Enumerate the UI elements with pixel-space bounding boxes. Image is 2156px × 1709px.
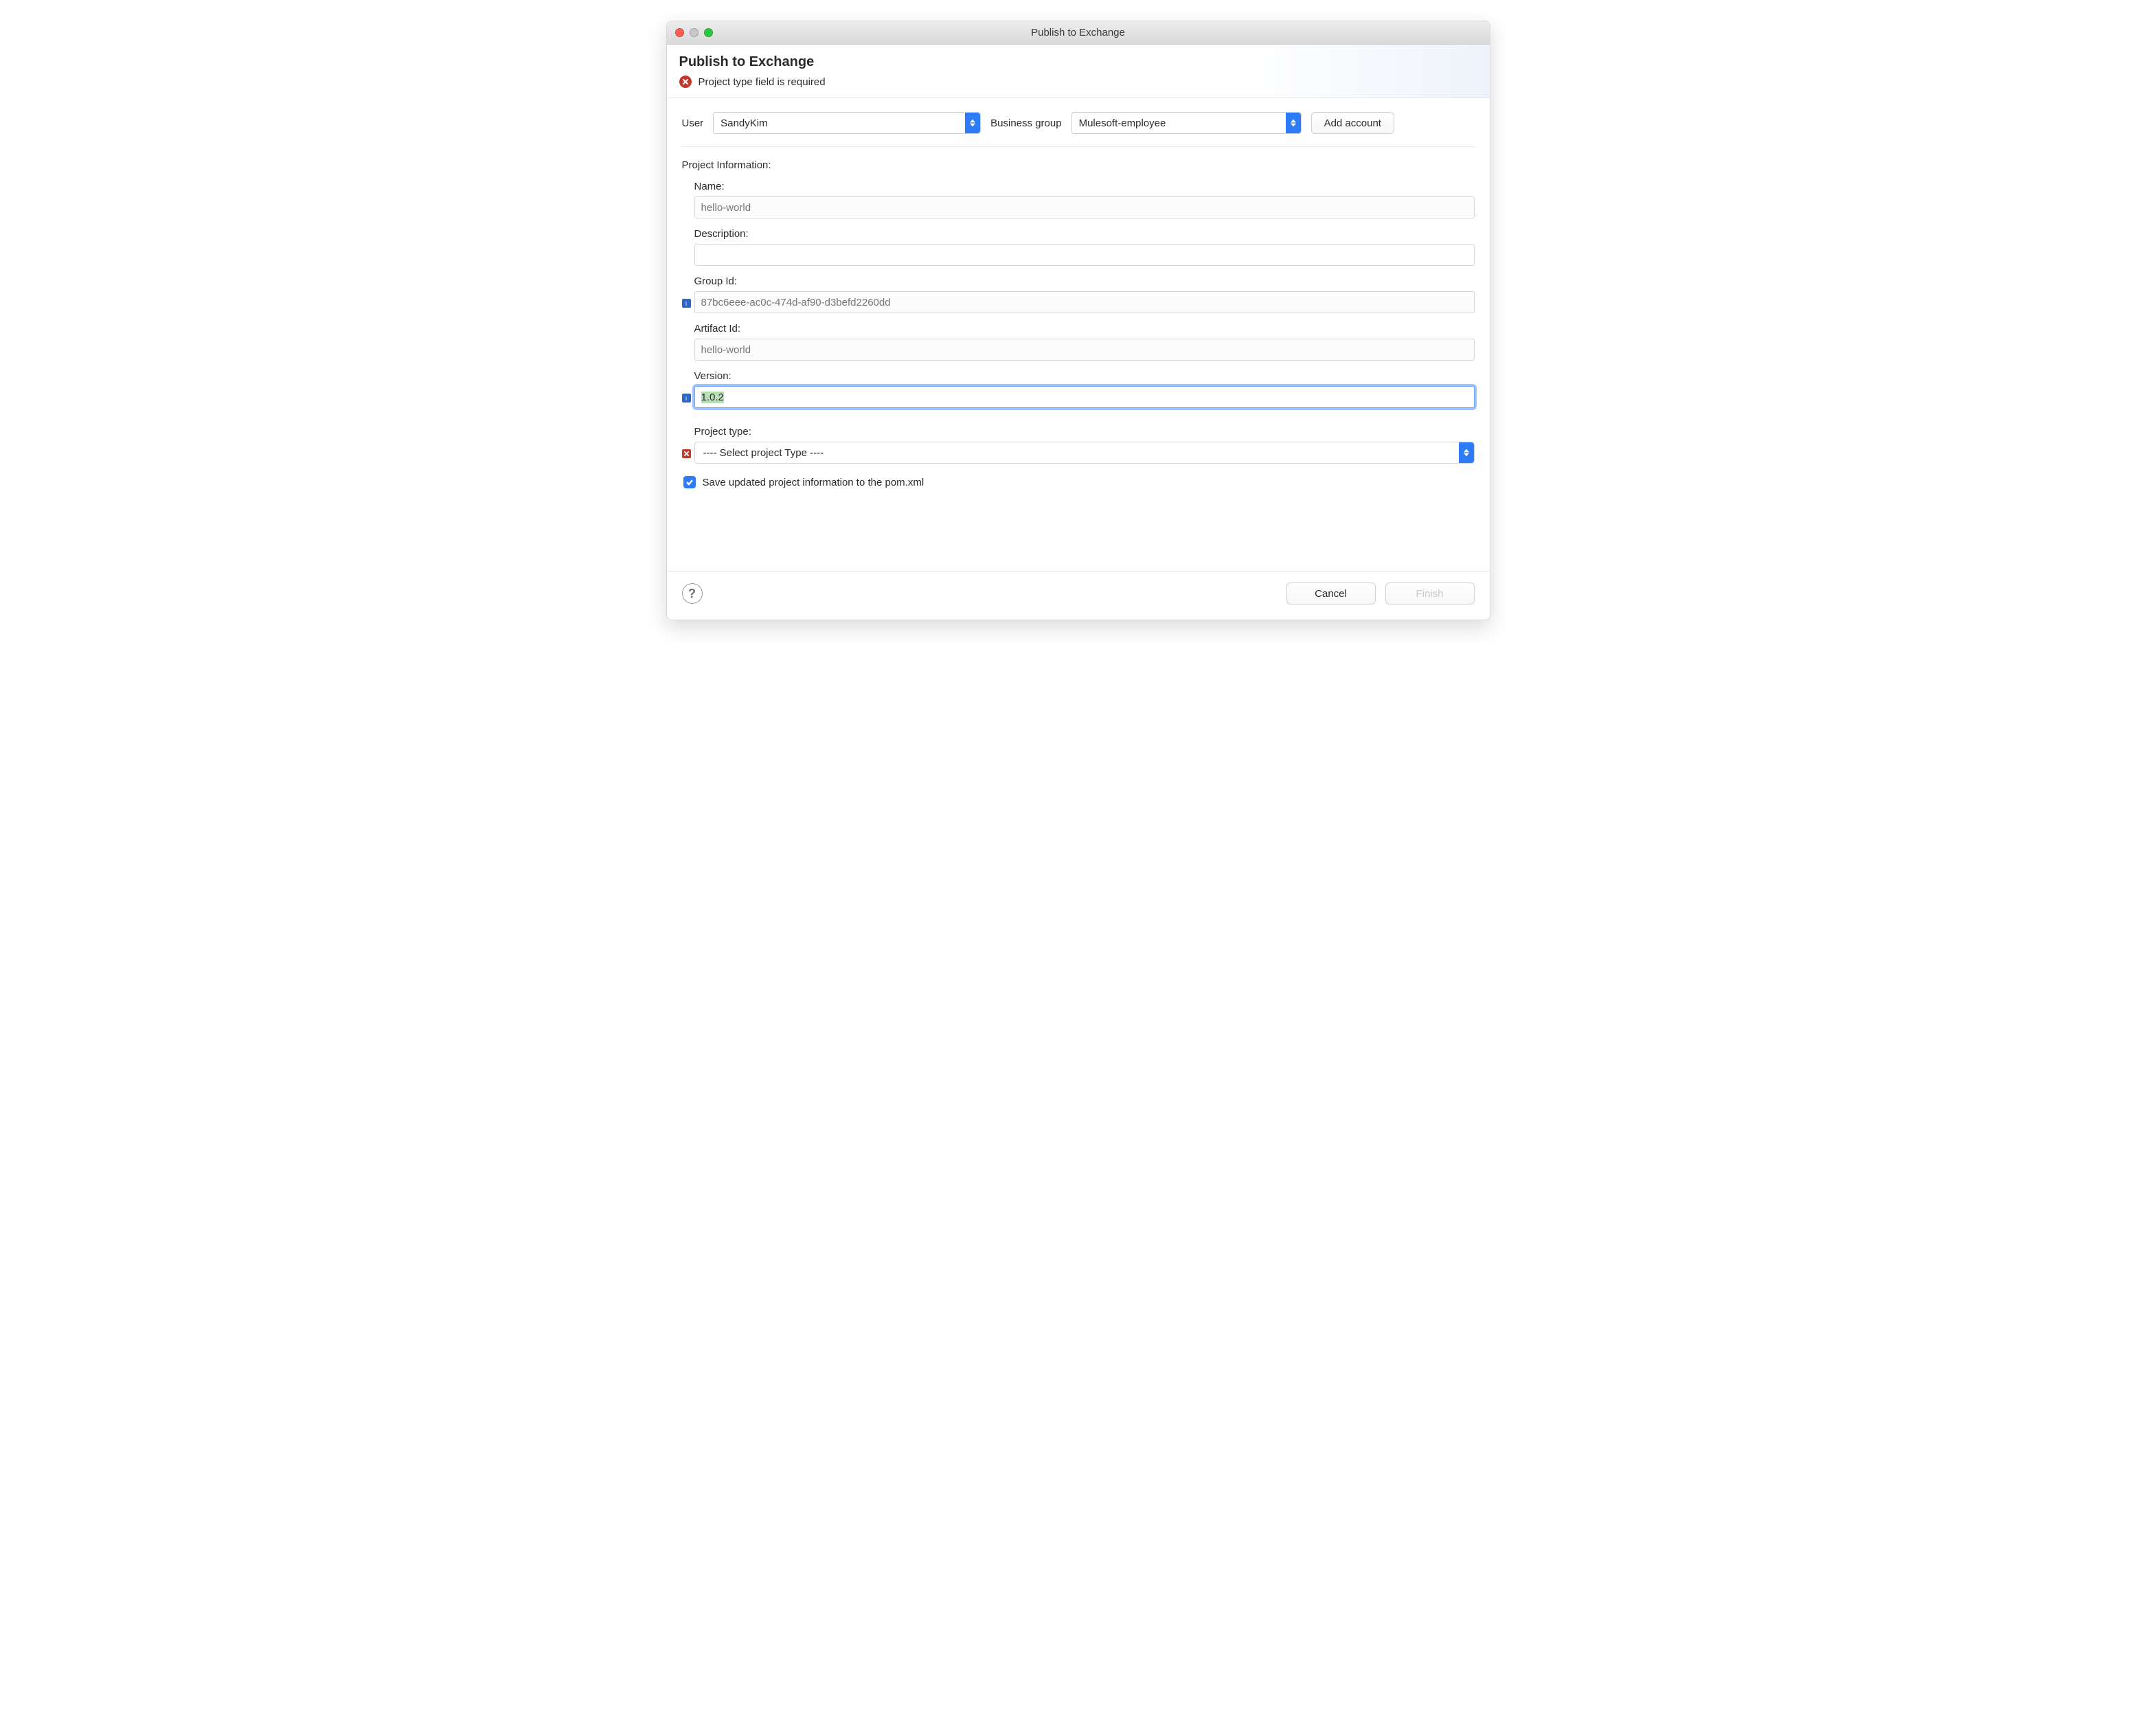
field-group-id: i Group Id:: [694, 275, 1475, 313]
page-title: Publish to Exchange: [679, 54, 1477, 70]
chevron-updown-icon: [1286, 113, 1301, 133]
error-icon: [682, 449, 691, 458]
validation-error: Project type field is required: [679, 76, 1477, 88]
help-icon[interactable]: ?: [682, 583, 703, 604]
window-title: Publish to Exchange: [674, 27, 1483, 38]
project-type-label: Project type:: [694, 426, 1475, 438]
dialog-body: User SandyKim Business group Mulesoft-em…: [667, 98, 1490, 571]
save-pom-row: Save updated project information to the …: [682, 476, 1475, 488]
field-version: i Version: 1.0.2: [694, 370, 1475, 408]
project-fields: Name: Description: i Group Id: Artifact …: [682, 181, 1475, 464]
group-id-input[interactable]: [694, 291, 1475, 313]
close-window-icon[interactable]: [675, 28, 684, 37]
save-pom-label: Save updated project information to the …: [703, 477, 924, 488]
zoom-window-icon[interactable]: [704, 28, 713, 37]
name-input[interactable]: [694, 196, 1475, 218]
account-row: User SandyKim Business group Mulesoft-em…: [682, 112, 1475, 147]
field-project-type: Project type: ---- Select project Type -…: [694, 426, 1475, 464]
save-pom-checkbox[interactable]: [683, 476, 696, 488]
project-type-select[interactable]: ---- Select project Type ----: [694, 442, 1475, 464]
description-label: Description:: [694, 228, 1475, 240]
dialog-footer: ? Cancel Finish: [667, 571, 1490, 620]
chevron-updown-icon: [965, 113, 980, 133]
version-input[interactable]: 1.0.2: [694, 386, 1475, 408]
field-artifact-id: Artifact Id:: [694, 323, 1475, 361]
field-name: Name:: [694, 181, 1475, 218]
chevron-updown-icon: [1459, 442, 1474, 463]
dialog-header: Publish to Exchange Project type field i…: [667, 45, 1490, 98]
group-id-label: Group Id:: [694, 275, 1475, 287]
user-label: User: [682, 117, 704, 129]
name-label: Name:: [694, 181, 1475, 192]
dialog-window: Publish to Exchange Publish to Exchange …: [666, 21, 1490, 620]
field-description: Description:: [694, 228, 1475, 266]
add-account-button[interactable]: Add account: [1311, 112, 1394, 134]
info-icon: i: [682, 299, 691, 308]
business-group-select[interactable]: Mulesoft-employee: [1071, 112, 1302, 134]
minimize-window-icon: [690, 28, 699, 37]
finish-button: Finish: [1385, 582, 1475, 604]
error-icon: [679, 76, 692, 88]
section-title: Project Information:: [682, 159, 1475, 171]
artifact-id-label: Artifact Id:: [694, 323, 1475, 335]
business-group-label: Business group: [990, 117, 1061, 129]
description-input[interactable]: [694, 244, 1475, 266]
titlebar: Publish to Exchange: [667, 21, 1490, 45]
version-label: Version:: [694, 370, 1475, 382]
business-group-value: Mulesoft-employee: [1079, 117, 1166, 129]
artifact-id-input[interactable]: [694, 339, 1475, 361]
window-controls: [675, 28, 713, 37]
user-select-value: SandyKim: [720, 117, 767, 129]
version-value: 1.0.2: [701, 392, 724, 403]
user-select[interactable]: SandyKim: [713, 112, 981, 134]
cancel-button[interactable]: Cancel: [1286, 582, 1376, 604]
project-type-value: ---- Select project Type ----: [703, 447, 824, 459]
info-icon: i: [682, 394, 691, 403]
validation-error-text: Project type field is required: [699, 76, 826, 88]
